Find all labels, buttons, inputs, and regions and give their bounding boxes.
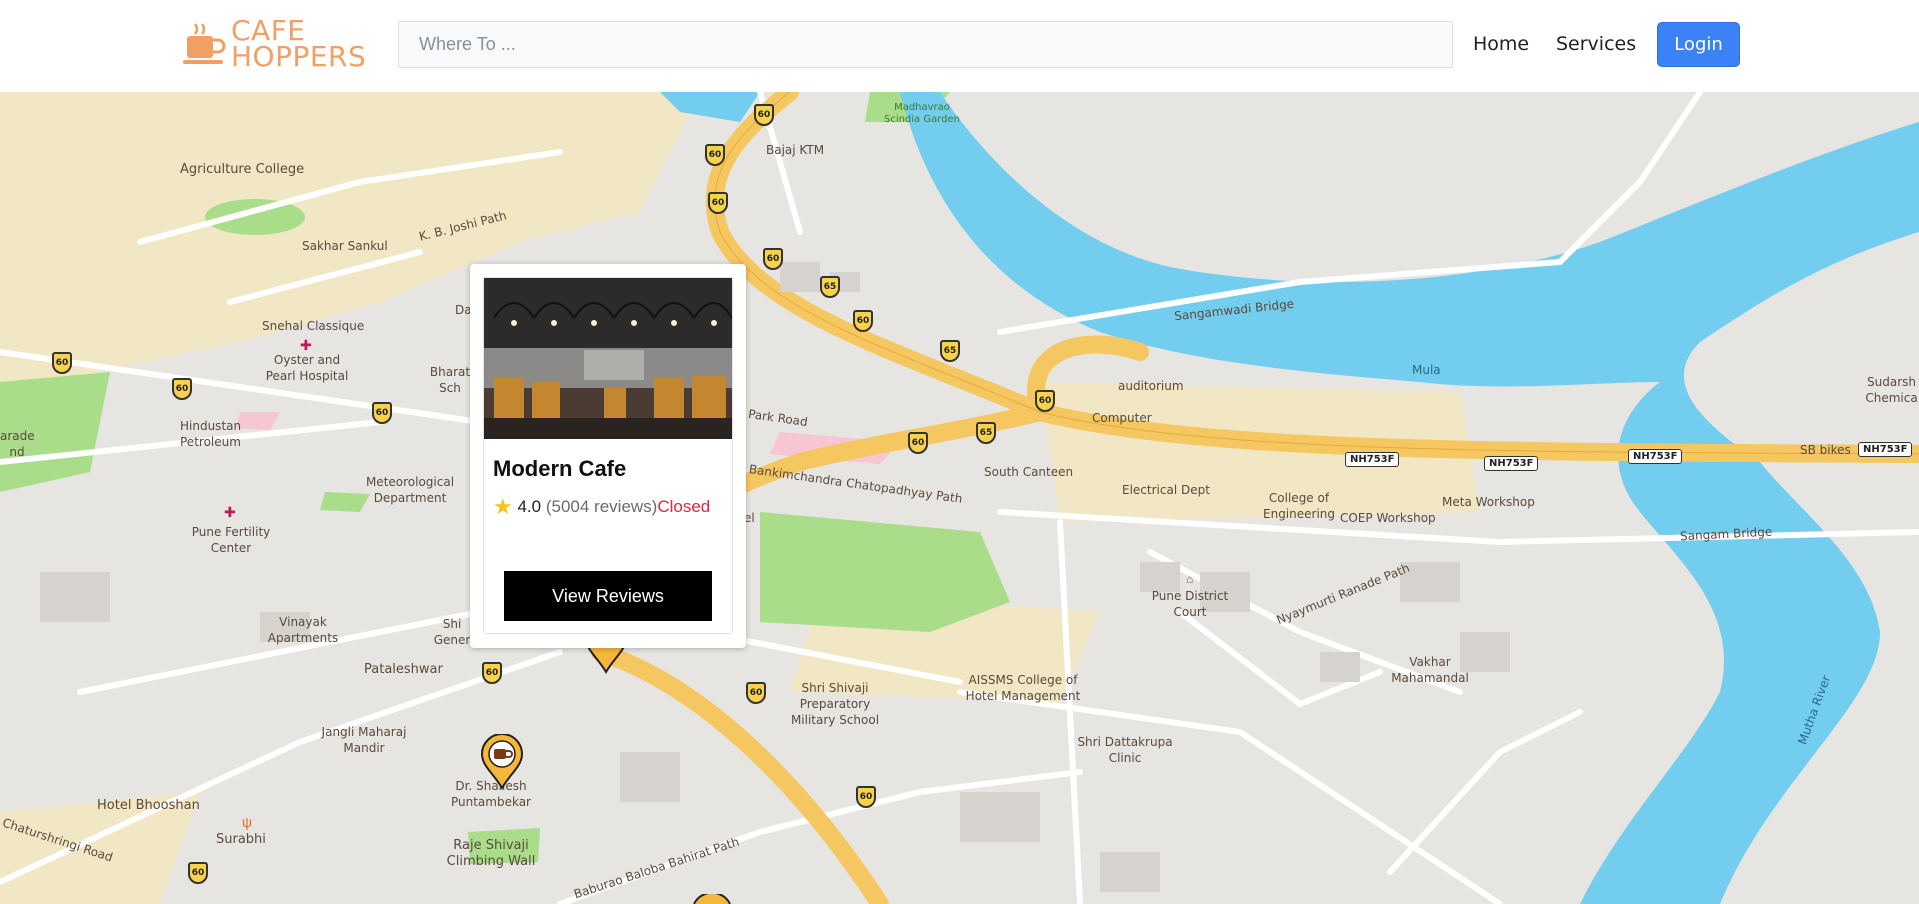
navbar: CAFE HOPPERS Home Services Login bbox=[0, 0, 1919, 92]
map-label-shri-shivaji: Shri Shivaji Preparatory Military School bbox=[790, 681, 880, 727]
map-label-snehal-classique: Snehal Classique bbox=[262, 319, 365, 333]
review-count: (5004 reviews) bbox=[545, 497, 658, 516]
highway-shield-65: 65 bbox=[976, 422, 996, 444]
nav-services-link[interactable]: Services bbox=[1556, 33, 1636, 55]
highway-shield-60: 60 bbox=[52, 352, 72, 374]
highway-shield-60: 60 bbox=[754, 104, 774, 126]
map-label-pune-district-court: Pune District Court bbox=[1151, 589, 1229, 619]
cafe-name: Modern Cafe bbox=[493, 456, 627, 481]
map-label-parade: arade nd bbox=[0, 429, 35, 459]
map-label-hotel-bhooshan: Hotel Bhooshan bbox=[97, 798, 200, 813]
map-label-vakhar: Vakhar Mahamandal bbox=[1391, 655, 1469, 685]
cafe-interior-image bbox=[484, 278, 732, 439]
view-reviews-button[interactable]: View Reviews bbox=[504, 571, 712, 621]
rating-value: 4.0 bbox=[517, 497, 542, 516]
map-label-shri-dattakrupa: Shri Dattakrupa Clinic bbox=[1077, 735, 1173, 765]
hospital-icon: ✚ bbox=[224, 504, 236, 520]
highway-shield-60: 60 bbox=[372, 402, 392, 424]
map-label-agriculture-college: Agriculture College bbox=[180, 162, 305, 177]
rating-row: ★ 4.0 (5004 reviews)Closed bbox=[493, 494, 710, 520]
map-label-meta-workshop: Meta Workshop bbox=[1442, 495, 1535, 509]
highway-shield-65: 65 bbox=[940, 340, 960, 362]
map-label-aissms: AISSMS College of Hotel Management bbox=[965, 673, 1081, 703]
highway-shield-60: 60 bbox=[482, 662, 502, 684]
cafe-hoppers-logo[interactable]: CAFE HOPPERS bbox=[183, 17, 375, 73]
map-label-surabhi: Surabhi bbox=[216, 832, 266, 847]
restaurant-icon: ψ bbox=[242, 814, 252, 830]
map-label-oyster-pearl: Oyster and Pearl Hospital bbox=[265, 353, 349, 383]
cafe-photo bbox=[484, 278, 732, 439]
search-input[interactable] bbox=[398, 21, 1453, 68]
map-label-jangli-maharaj: Jangli Maharaj Mandir bbox=[321, 725, 407, 755]
star-icon: ★ bbox=[493, 494, 513, 519]
highway-shield-60: 60 bbox=[188, 862, 208, 884]
highway-shield-60: 60 bbox=[908, 432, 928, 454]
map-label-meteorological: Meteorological Department bbox=[365, 475, 455, 505]
map-label-coep-workshop: COEP Workshop bbox=[1340, 511, 1436, 525]
map-label-south-canteen: South Canteen bbox=[984, 465, 1074, 479]
highway-shield-60: 60 bbox=[172, 378, 192, 400]
courthouse-icon: ⌂ bbox=[1186, 572, 1194, 586]
map-canvas[interactable]: Agriculture College Sakhar Sankul Snehal… bbox=[0, 92, 1919, 904]
map-label-college-engg: College of Engineering bbox=[1263, 491, 1335, 521]
map-label-pataleshwar: Pataleshwar bbox=[364, 662, 443, 677]
cafe-marker-pin-edge[interactable] bbox=[690, 894, 734, 904]
map-label-mula: Mula bbox=[1412, 363, 1441, 377]
logo-line2: HOPPERS bbox=[231, 40, 367, 73]
map-label-electrical-dept: Electrical Dept bbox=[1122, 483, 1210, 497]
cafe-card: Modern Cafe ★ 4.0 (5004 reviews)Closed V… bbox=[483, 277, 733, 634]
highway-shield-60: 60 bbox=[705, 144, 725, 166]
hospital-icon: ✚ bbox=[300, 337, 312, 353]
highway-tag-nh753f: NH753F bbox=[1345, 452, 1400, 467]
map-label-computer: Computer bbox=[1092, 411, 1152, 425]
highway-tag-nh753f: NH753F bbox=[1628, 449, 1683, 464]
map-label-sb-bikes: SB bikes bbox=[1800, 443, 1851, 457]
map-label-pune-fertility: Pune Fertility Center bbox=[191, 525, 271, 555]
highway-shield-60: 60 bbox=[746, 682, 766, 704]
map-label-bajaj: Bajaj KTM bbox=[766, 143, 825, 157]
map-label-sudarshan: Sudarsh Chemica bbox=[1865, 375, 1918, 405]
map-label-shi-gener: Shi Gener bbox=[433, 617, 471, 647]
map-label-bharat: Bharat Sch bbox=[429, 365, 471, 395]
map-label-sakhar-sankul: Sakhar Sankul bbox=[302, 239, 388, 253]
map-label-raje-shivaji: Raje Shivaji Climbing Wall bbox=[446, 838, 536, 869]
cafe-marker-pin[interactable] bbox=[480, 734, 524, 790]
login-button[interactable]: Login bbox=[1657, 22, 1740, 67]
highway-shield-60: 60 bbox=[1035, 390, 1055, 412]
open-status: Closed bbox=[657, 497, 711, 516]
highway-shield-60: 60 bbox=[708, 192, 728, 214]
highway-tag-nh753f: NH753F bbox=[1858, 442, 1913, 457]
logo-text: CAFE HOPPERS bbox=[231, 17, 367, 73]
highway-tag-nh753f: NH753F bbox=[1484, 456, 1539, 471]
map-label-madhavrao: Madhavrao Scindia Garden bbox=[883, 102, 961, 125]
highway-shield-60: 60 bbox=[763, 248, 783, 270]
map-label-vinayak: Vinayak Apartments bbox=[267, 615, 339, 645]
cafe-popup: Modern Cafe ★ 4.0 (5004 reviews)Closed V… bbox=[470, 264, 746, 648]
highway-shield-65: 65 bbox=[820, 276, 840, 298]
map-label-auditorium: auditorium bbox=[1118, 379, 1184, 393]
highway-shield-60: 60 bbox=[856, 786, 876, 808]
map-label-hindustan-petroleum: Hindustan Petroleum bbox=[180, 419, 242, 449]
coffee-cup-icon bbox=[183, 23, 226, 64]
highway-shield-60: 60 bbox=[853, 310, 873, 332]
nav-home-link[interactable]: Home bbox=[1473, 33, 1529, 55]
